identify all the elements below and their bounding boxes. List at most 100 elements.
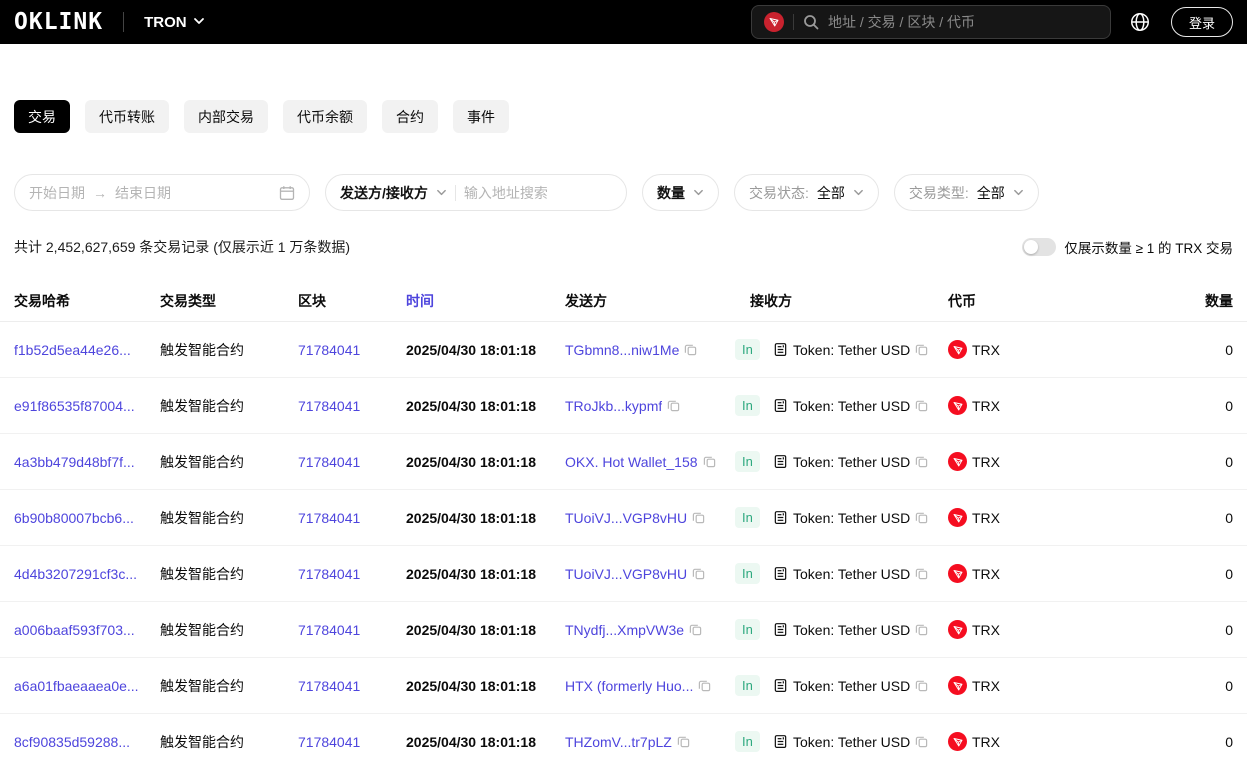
type-filter[interactable]: 交易类型: 全部 — [894, 174, 1039, 211]
tx-hash-link[interactable]: 6b90b80007bcb6... — [14, 510, 134, 526]
copy-icon[interactable] — [692, 567, 705, 580]
from-address-link[interactable]: TRoJkb...kypmf — [565, 398, 662, 414]
token-symbol: TRX — [972, 734, 1000, 750]
tx-amount: 0 — [1100, 398, 1233, 414]
block-link[interactable]: 71784041 — [298, 510, 360, 526]
trx-token-icon — [948, 340, 967, 359]
amount-filter[interactable]: 数量 — [642, 174, 719, 211]
block-link[interactable]: 71784041 — [298, 622, 360, 638]
block-link[interactable]: 71784041 — [298, 342, 360, 358]
tab[interactable]: 合约 — [382, 100, 438, 133]
from-address-link[interactable]: TUoiVJ...VGP8vHU — [565, 566, 687, 582]
table-row: 6b90b80007bcb6... 触发智能合约 71784041 2025/0… — [0, 490, 1247, 546]
to-address[interactable]: Token: Tether USD — [793, 454, 910, 470]
oklink-logo[interactable]: OKLINK — [14, 9, 103, 35]
contract-icon — [773, 734, 788, 749]
address-search-input[interactable]: 输入地址搜索 — [464, 183, 548, 203]
tx-hash-link[interactable]: 8cf90835d59288... — [14, 734, 130, 750]
block-link[interactable]: 71784041 — [298, 678, 360, 694]
contract-icon — [773, 454, 788, 469]
tab[interactable]: 代币余额 — [283, 100, 367, 133]
tab[interactable]: 事件 — [453, 100, 509, 133]
copy-icon[interactable] — [677, 735, 690, 748]
from-address-link[interactable]: TUoiVJ...VGP8vHU — [565, 510, 687, 526]
to-address[interactable]: Token: Tether USD — [793, 398, 910, 414]
pill-divider — [455, 185, 456, 201]
date-end-input[interactable]: 结束日期 — [115, 183, 171, 203]
date-start-input[interactable]: 开始日期 — [29, 183, 85, 203]
contract-icon — [773, 566, 788, 581]
from-address-link[interactable]: TGbmn8...niw1Me — [565, 342, 679, 358]
to-address[interactable]: Token: Tether USD — [793, 566, 910, 582]
col-header-time[interactable]: 时间 — [406, 291, 565, 311]
copy-icon[interactable] — [692, 511, 705, 524]
tx-hash-link[interactable]: a6a01fbaeaaea0e... — [14, 678, 139, 694]
copy-icon[interactable] — [915, 623, 928, 636]
copy-icon[interactable] — [915, 399, 928, 412]
tab[interactable]: 代币转账 — [85, 100, 169, 133]
direction-badge: In — [735, 619, 760, 641]
copy-icon[interactable] — [915, 343, 928, 356]
direction-select[interactable]: 发送方/接收方 — [340, 183, 428, 203]
from-address-link[interactable]: HTX (formerly Huo... — [565, 678, 693, 694]
copy-icon[interactable] — [689, 623, 702, 636]
language-selector[interactable] — [1129, 11, 1151, 33]
to-address[interactable]: Token: Tether USD — [793, 734, 910, 750]
tx-amount: 0 — [1100, 342, 1233, 358]
tx-time: 2025/04/30 18:01:18 — [406, 566, 565, 582]
contract-icon — [773, 342, 788, 357]
block-link[interactable]: 71784041 — [298, 454, 360, 470]
tron-chain-icon — [764, 12, 784, 32]
tx-type: 触发智能合约 — [160, 508, 298, 528]
chevron-down-icon — [853, 185, 864, 201]
tx-amount: 0 — [1100, 622, 1233, 638]
trx-token-icon — [948, 564, 967, 583]
from-address-link[interactable]: THZomV...tr7pLZ — [565, 734, 672, 750]
contract-icon — [773, 622, 788, 637]
tx-hash-link[interactable]: e91f86535f87004... — [14, 398, 135, 414]
search-box[interactable] — [751, 5, 1111, 39]
copy-icon[interactable] — [915, 735, 928, 748]
trx-only-toggle[interactable] — [1022, 238, 1056, 256]
token-symbol: TRX — [972, 454, 1000, 470]
table-row: 4a3bb479d48bf7f... 触发智能合约 71784041 2025/… — [0, 434, 1247, 490]
chain-selector[interactable]: TRON — [144, 14, 205, 31]
tx-hash-link[interactable]: a006baaf593f703... — [14, 622, 135, 638]
to-address[interactable]: Token: Tether USD — [793, 510, 910, 526]
status-filter[interactable]: 交易状态: 全部 — [734, 174, 879, 211]
copy-icon[interactable] — [915, 511, 928, 524]
tab[interactable]: 内部交易 — [184, 100, 268, 133]
contract-icon — [773, 678, 788, 693]
from-address-link[interactable]: TNydfj...XmpVW3e — [565, 622, 684, 638]
copy-icon[interactable] — [915, 455, 928, 468]
token-symbol: TRX — [972, 398, 1000, 414]
block-link[interactable]: 71784041 — [298, 398, 360, 414]
copy-icon[interactable] — [667, 399, 680, 412]
from-address-link[interactable]: OKX. Hot Wallet_158 — [565, 454, 698, 470]
col-header-hash: 交易哈希 — [14, 291, 160, 311]
search-input[interactable] — [828, 14, 1098, 30]
chain-selector-label: TRON — [144, 14, 187, 31]
login-button[interactable]: 登录 — [1171, 7, 1233, 37]
block-link[interactable]: 71784041 — [298, 566, 360, 582]
to-address[interactable]: Token: Tether USD — [793, 678, 910, 694]
tx-time: 2025/04/30 18:01:18 — [406, 398, 565, 414]
tab[interactable]: 交易 — [14, 100, 70, 133]
tx-hash-link[interactable]: 4a3bb479d48bf7f... — [14, 454, 135, 470]
to-address[interactable]: Token: Tether USD — [793, 622, 910, 638]
to-address[interactable]: Token: Tether USD — [793, 342, 910, 358]
copy-icon[interactable] — [698, 679, 711, 692]
block-link[interactable]: 71784041 — [298, 734, 360, 750]
copy-icon[interactable] — [915, 679, 928, 692]
copy-icon[interactable] — [703, 455, 716, 468]
tx-hash-link[interactable]: f1b52d5ea44e26... — [14, 342, 131, 358]
tx-type: 触发智能合约 — [160, 620, 298, 640]
copy-icon[interactable] — [684, 343, 697, 356]
copy-icon[interactable] — [915, 567, 928, 580]
date-range-filter[interactable]: 开始日期 → 结束日期 — [14, 174, 310, 211]
address-search-filter[interactable]: 发送方/接收方 输入地址搜索 — [325, 174, 627, 211]
tx-hash-link[interactable]: 4d4b3207291cf3c... — [14, 566, 137, 582]
trx-token-icon — [948, 452, 967, 471]
direction-badge: In — [735, 339, 760, 361]
transactions-table: 交易哈希 交易类型 区块 时间 发送方 接收方 代币 数量 f1b52d5ea4… — [0, 280, 1247, 766]
